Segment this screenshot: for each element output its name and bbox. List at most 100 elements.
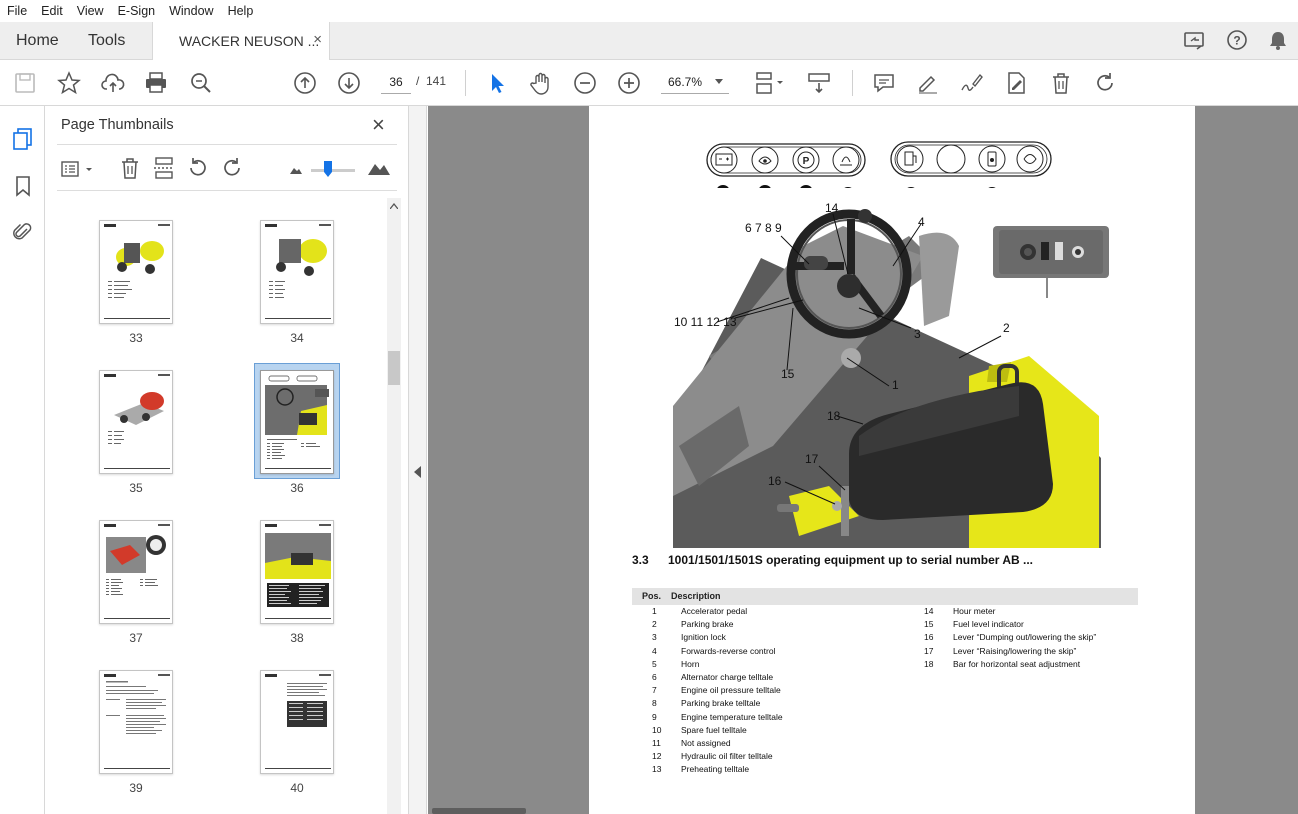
next-page-icon[interactable] [336,70,362,96]
collapse-arrow-icon[interactable] [414,466,422,478]
table-row-description: Lever “Dumping out/lowering the skip” [953,632,1097,643]
rotate-counterclockwise-icon[interactable] [186,156,210,180]
thumbnail-page-number: 37 [129,631,143,645]
close-panel-icon[interactable]: × [372,112,385,138]
menu-help[interactable]: Help [221,4,261,18]
notifications-bell-icon[interactable] [1267,29,1289,51]
page-thumbnail[interactable] [99,370,173,474]
previous-page-icon[interactable] [292,70,318,96]
zoom-level-select[interactable]: 66.7% [661,70,729,94]
page-thumbnail[interactable] [260,220,334,324]
table-row-description: Parking brake [681,619,734,630]
tab-home[interactable]: Home [16,22,59,60]
thumbnail-page-number: 36 [290,481,304,495]
svg-text:P: P [803,156,810,167]
pdf-page: P 14 4 6 7 8 9 10 11 12 13 3 2 15 1 18 1… [589,106,1195,814]
upload-cloud-icon[interactable] [100,70,126,96]
table-row-pos: 14 [924,606,934,616]
page-thumbnail-selected[interactable] [260,370,334,474]
panel-title: Page Thumbnails [61,117,174,133]
panel-collapse-strip[interactable] [409,106,427,814]
table-row-description: Hydraulic oil filter telltale [681,751,773,762]
table-row-description: Engine oil pressure telltale [681,685,781,696]
thumbnails-scrollbar[interactable] [387,198,401,814]
page-thumbnail[interactable] [99,520,173,624]
thumbnail-options-menu-icon[interactable] [60,158,96,180]
page-thumbnails-icon[interactable] [11,126,35,152]
table-row-description: Not assigned [681,738,731,748]
table-row-description: Spare fuel telltale [681,724,747,735]
page-thumbnail[interactable] [260,520,334,624]
scroll-up-arrow-icon[interactable] [390,203,398,209]
highlight-pen-icon[interactable] [915,70,941,96]
page-total: 141 [426,74,447,88]
table-row-description: Forwards-reverse control [681,645,776,656]
svg-text:11: 11 [948,190,957,200]
zoom-out-icon[interactable] [572,70,598,96]
menu-view[interactable]: View [70,4,111,18]
page-thumbnail[interactable] [99,670,173,774]
help-icon[interactable]: ? [1226,29,1248,51]
table-row-pos: 16 [924,632,934,643]
table-row-pos: 6 [652,672,657,682]
select-cursor-icon[interactable] [484,70,510,96]
zoom-in-icon[interactable] [616,70,642,96]
page-fit-icon[interactable] [755,70,787,96]
hand-tool-icon[interactable] [528,70,554,96]
close-tab-icon[interactable]: × [313,31,322,48]
table-row-description: Accelerator pedal [681,606,748,616]
svg-text:10: 10 [906,189,916,199]
share-screen-icon[interactable] [1183,30,1207,52]
bookmark-star-icon[interactable] [56,70,82,96]
zoom-search-icon[interactable] [188,70,214,96]
thumbnail-size-slider-track[interactable] [311,169,355,172]
edit-pdf-icon[interactable] [1003,70,1029,96]
thumbnail-page-number: 33 [129,331,143,345]
callout-17: 17 [805,452,819,466]
callout-3: 3 [914,327,921,341]
table-row-description: Hour meter [953,606,996,616]
table-row-pos: 13 [652,764,662,775]
menu-esign[interactable]: E-Sign [111,4,163,18]
scrolling-mode-icon[interactable] [806,70,832,96]
sign-pen-icon[interactable] [959,70,985,96]
page-thumbnail[interactable] [99,220,173,324]
attachments-paperclip-icon[interactable] [11,220,33,244]
header-pos: Pos. [642,591,662,601]
insert-pages-icon[interactable] [152,156,176,180]
menu-window[interactable]: Window [162,4,220,18]
large-thumbnail-size-icon[interactable] [367,158,391,176]
rotate-clockwise-pages-icon[interactable] [220,156,244,180]
table-row-pos: 3 [652,632,657,643]
menu-edit[interactable]: Edit [34,4,70,18]
svg-text:6: 6 [721,187,726,197]
tab-document[interactable]: WACKER NEUSON ... × [152,22,330,61]
page-thumbnails-panel: Page Thumbnails × 33 34 35 36 37 38 39 4… [45,106,409,814]
thumbnail-size-slider-handle[interactable] [324,161,332,177]
callout-2: 2 [1003,321,1010,335]
save-icon[interactable] [12,70,38,96]
menu-file[interactable]: File [0,4,34,18]
page-thumbnail[interactable] [260,670,334,774]
table-row-pos: 8 [652,698,657,709]
comment-icon[interactable] [871,70,897,96]
tab-bar: Home Tools WACKER NEUSON ... × ? [0,22,1298,61]
svg-text:9: 9 [846,189,851,199]
small-thumbnail-size-icon[interactable] [289,163,303,175]
menu-bar: File Edit View E-Sign Window Help [0,0,1298,22]
callout-15: 15 [781,367,795,381]
print-icon[interactable] [143,70,169,96]
table-row-pos: 10 [652,724,662,735]
table-row-pos: 4 [652,645,657,656]
horizontal-scrollbar-thumb[interactable] [432,808,526,814]
page-number-input[interactable]: 36 [381,70,411,94]
delete-trash-icon[interactable] [1048,70,1074,96]
rotate-clockwise-icon[interactable] [1092,70,1118,96]
table-row-pos: 2 [652,619,657,630]
scrollbar-thumb[interactable] [388,351,400,385]
tab-tools[interactable]: Tools [88,22,125,60]
svg-text:8: 8 [804,187,809,197]
table-row-pos: 17 [924,645,934,656]
bookmarks-icon[interactable] [12,174,34,198]
delete-pages-icon[interactable] [118,156,142,180]
